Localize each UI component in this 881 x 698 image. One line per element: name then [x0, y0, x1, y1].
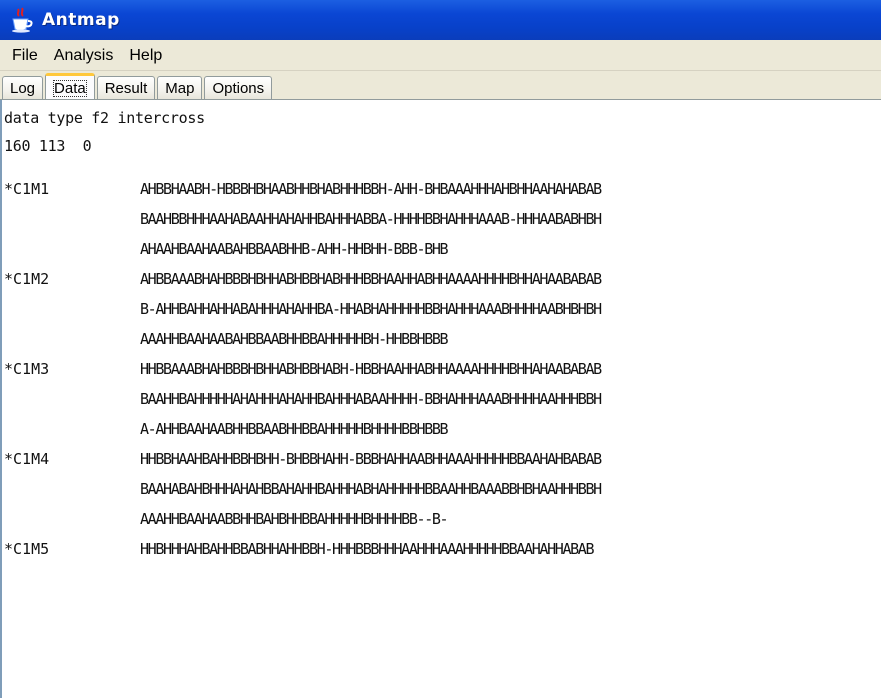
marker-row-continuation: BAAHABAHBHHHAHAHBBAHAHHBAHHHABHAHHHHHBBA…: [2, 474, 881, 504]
marker-row: *C1M5 HHBHHHAHBAHHBBABHHAHHBBH-HHHBBBHHH…: [2, 534, 881, 564]
genotype-line: HHBBAAABHAHBBBHBHHABHBBHABH-HBBHAAHHABHH…: [140, 360, 602, 378]
window-titlebar[interactable]: Antmap: [0, 0, 881, 40]
genotype-line: AHBBAAABHAHBBBHBHHABHBBHABHHHBBHAAHHABHH…: [140, 270, 602, 288]
java-cup-icon: [12, 7, 33, 33]
window-title: Antmap: [42, 10, 120, 30]
genotype-line: BAAHABAHBHHHAHAHBBAHAHHBAHHHABHAHHHHHBBA…: [140, 480, 602, 498]
tab-options-label: Options: [212, 80, 265, 97]
marker-row-continuation: A-AHHBAAHAABHHBBAABHHBBAHHHHHBHHHHBBHBBB: [2, 414, 881, 444]
tab-log-label: Log: [10, 80, 36, 97]
tab-options[interactable]: Options: [204, 76, 273, 100]
marker-name: *C1M3: [4, 360, 50, 378]
marker-row-continuation: AHAAHBAAHAABAHBBAABHHB-AHH-HHBHH-BBB-BHB: [2, 234, 881, 264]
genotype-line: BAAHHBAHHHHHAHAHHHAHAHHBAHHHABAAHHHH-BBH…: [140, 390, 602, 408]
marker-name: *C1M2: [4, 270, 50, 288]
tab-data[interactable]: Data: [45, 73, 95, 100]
menu-help[interactable]: Help: [121, 40, 170, 71]
genotype-line: A-AHHBAAHAABHHBBAABHHBBAHHHHHBHHHHBBHBBB: [140, 420, 449, 438]
tab-result[interactable]: Result: [96, 76, 156, 100]
marker-row: *C1M3 HHBBAAABHAHBBBHBHHABHBBHABH-HBBHAA…: [2, 354, 881, 384]
menu-file[interactable]: File: [4, 40, 46, 71]
genotype-line: BAAHBBHHHAAHABAAHHAHAHHBAHHHABBA-HHHHBBH…: [140, 210, 602, 228]
marker-row: *C1M1 AHBBHAABH-HBBBHBHAABHHBHABHHHBBH-A…: [2, 174, 881, 204]
menu-analysis[interactable]: Analysis: [46, 40, 122, 71]
data-type-line: data type f2 intercross: [4, 109, 205, 127]
marker-row: *C1M2 AHBBAAABHAHBBBHBHHABHBBHABHHHBBHAA…: [2, 264, 881, 294]
genotype-line: AHBBHAABH-HBBBHBHAABHHBHABHHHBBH-AHH-BHB…: [140, 180, 602, 198]
marker-name: *C1M5: [4, 540, 50, 558]
genotype-line: HHBHHHAHBAHHBBABHHAHHBBH-HHHBBBHHHAAHHHA…: [140, 540, 595, 558]
genotype-line: HHBBHAAHBAHHBBHBHH-BHBBHAHH-BBBHAHHAABHH…: [140, 450, 602, 468]
marker-row-continuation: AAAHHBAAHAABBHHBAHBHHBBAHHHHHBHHHHBB--B-: [2, 504, 881, 534]
marker-row: *C1M4 HHBBHAAHBAHHBBHBHH-BHBBHAHH-BBBHAH…: [2, 444, 881, 474]
genotype-line: AAAHHBAAHAABAHBBAABHHBBAHHHHHBH-HHBBHBBB: [140, 330, 449, 348]
marker-name: *C1M4: [4, 450, 50, 468]
tab-strip: Log Data Result Map Options: [0, 71, 881, 100]
tab-map[interactable]: Map: [157, 76, 203, 100]
marker-row-continuation: BAAHBBHHHAAHABAAHHAHAHHBAHHHABBA-HHHHBBH…: [2, 204, 881, 234]
tab-log[interactable]: Log: [2, 76, 44, 100]
tab-data-label: Data: [53, 80, 87, 97]
tab-map-label: Map: [165, 80, 195, 97]
menu-bar: File Analysis Help: [0, 40, 881, 71]
marker-row-continuation: B-AHHBAHHAHHABAHHHAHAHHBA-HHABHAHHHHHBBH…: [2, 294, 881, 324]
tab-result-label: Result: [104, 80, 148, 97]
marker-row-continuation: BAAHHBAHHHHHAHAHHHAHAHHBAHHHABAAHHHH-BBH…: [2, 384, 881, 414]
genotype-line: AAAHHBAAHAABBHHBAHBHHBBAHHHHHBHHHHBB--B-: [140, 510, 449, 528]
data-text-area[interactable]: data type f2 intercross 160 113 0 *C1M1 …: [0, 100, 881, 698]
marker-row-continuation: AAAHHBAAHAABAHBBAABHHBBAHHHHHBH-HHBBHBBB: [2, 324, 881, 354]
marker-name: *C1M1: [4, 180, 50, 198]
data-counts-line: 160 113 0: [4, 137, 92, 155]
genotype-line: AHAAHBAAHAABAHBBAABHHB-AHH-HHBHH-BBB-BHB: [140, 240, 449, 258]
genotype-line: B-AHHBAHHAHHABAHHHAHAHHBA-HHABHAHHHHHBBH…: [140, 300, 602, 318]
